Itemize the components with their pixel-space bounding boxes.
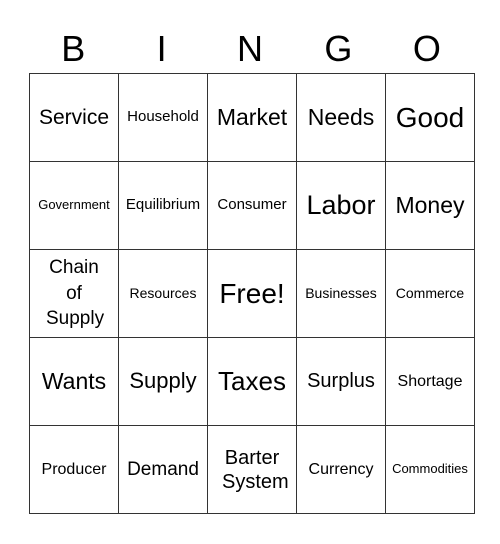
- bingo-cell[interactable]: Needs: [296, 73, 386, 162]
- bingo-cell[interactable]: Producer: [29, 425, 119, 514]
- bingo-cell[interactable]: Household: [118, 73, 208, 162]
- bingo-header: B I N G O: [29, 26, 471, 72]
- bingo-cell[interactable]: Government: [29, 161, 119, 250]
- grid-row: Wants Supply Taxes Surplus Shortage: [29, 337, 475, 426]
- bingo-cell[interactable]: Shortage: [385, 337, 475, 426]
- header-letter-i: I: [156, 28, 167, 69]
- bingo-cell[interactable]: Barter System: [207, 425, 297, 514]
- header-letter-g: G: [324, 28, 353, 69]
- bingo-cell[interactable]: Commerce: [385, 249, 475, 338]
- header-letter-b: B: [61, 28, 86, 69]
- bingo-cell[interactable]: Consumer: [207, 161, 297, 250]
- bingo-cell[interactable]: Equilibrium: [118, 161, 208, 250]
- grid-row: Service Household Market Needs Good: [29, 73, 475, 162]
- grid-row: Government Equilibrium Consumer Labor Mo…: [29, 161, 475, 250]
- grid-row: Producer Demand Barter System Currency C…: [29, 425, 475, 514]
- cell-text: Barter System: [222, 446, 289, 493]
- bingo-cell[interactable]: Demand: [118, 425, 208, 514]
- grid-row: Chain of Supply Resources Free! Business…: [29, 249, 475, 338]
- free-cell[interactable]: Free!: [207, 249, 297, 338]
- header-letter-o: O: [412, 28, 441, 69]
- bingo-cell[interactable]: Good: [385, 73, 475, 162]
- bingo-cell[interactable]: Supply: [118, 337, 208, 426]
- bingo-cell[interactable]: Taxes: [207, 337, 297, 426]
- bingo-cell[interactable]: Labor: [296, 161, 386, 250]
- header-letter-n: N: [237, 28, 264, 69]
- bingo-cell[interactable]: Service: [29, 73, 119, 162]
- bingo-cell[interactable]: Businesses: [296, 249, 386, 338]
- bingo-cell[interactable]: Commodities: [385, 425, 475, 514]
- cell-text: Chain of Supply: [46, 257, 105, 330]
- bingo-cell[interactable]: Chain of Supply: [29, 249, 119, 338]
- bingo-cell[interactable]: Market: [207, 73, 297, 162]
- bingo-cell[interactable]: Money: [385, 161, 475, 250]
- bingo-cell[interactable]: Wants: [29, 337, 119, 426]
- bingo-cell[interactable]: Resources: [118, 249, 208, 338]
- bingo-grid: Service Household Market Needs Good Gove…: [29, 73, 475, 514]
- bingo-cell[interactable]: Surplus: [296, 337, 386, 426]
- bingo-cell[interactable]: Currency: [296, 425, 386, 514]
